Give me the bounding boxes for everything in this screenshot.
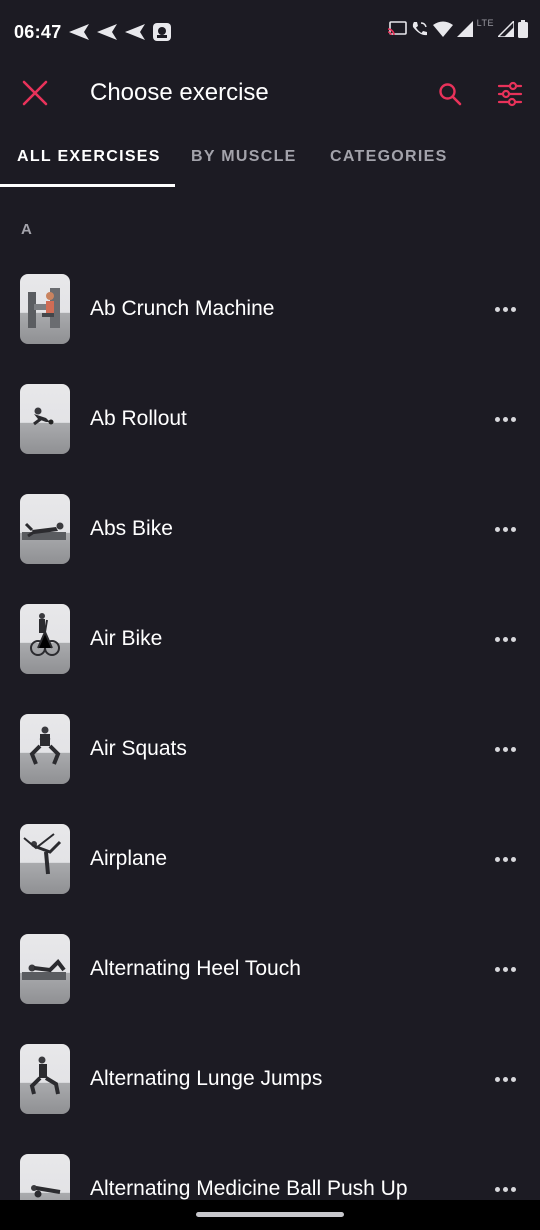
exercise-row[interactable]: Ab Rollout [0, 364, 540, 474]
exercise-thumbnail [20, 714, 70, 784]
exercise-name: Alternating Heel Touch [90, 957, 301, 980]
wifi-icon [432, 21, 453, 37]
exercise-name: Ab Crunch Machine [90, 297, 275, 320]
system-icons: LTE [387, 18, 528, 38]
exercise-name: Airplane [90, 847, 168, 870]
exercise-thumbnail [20, 274, 70, 344]
exercise-thumbnail [20, 384, 70, 454]
more-options-button[interactable] [490, 404, 520, 434]
app-icon [153, 23, 171, 41]
more-options-button[interactable] [490, 844, 520, 874]
send-icon [125, 24, 145, 40]
signal-icon [456, 21, 473, 37]
search-icon [439, 83, 462, 106]
filter-sliders-icon [497, 81, 523, 107]
exercise-thumbnail [20, 934, 70, 1004]
exercise-name: Alternating Lunge Jumps [90, 1067, 323, 1090]
exercise-list: Ab Crunch Machine Ab Rollout Abs Bike Ai… [0, 254, 540, 1230]
exercise-thumbnail [20, 1044, 70, 1114]
more-options-button[interactable] [490, 294, 520, 324]
exercise-row[interactable]: Airplane [0, 804, 540, 914]
tab-by-muscle[interactable]: BY MUSCLE [191, 148, 297, 166]
exercise-row[interactable]: Abs Bike [0, 474, 540, 584]
more-options-button[interactable] [490, 954, 520, 984]
status-time: 06:47 [14, 22, 62, 42]
battery-icon [518, 20, 528, 38]
close-button[interactable] [18, 76, 52, 110]
home-gesture-handle[interactable] [196, 1212, 344, 1217]
signal-icon [498, 21, 514, 37]
exercise-row[interactable]: Ab Crunch Machine [0, 254, 540, 364]
more-options-button[interactable] [490, 1064, 520, 1094]
status-bar: 06:47 LTE [0, 0, 540, 66]
send-icon [69, 24, 89, 40]
filter-button[interactable] [492, 76, 528, 112]
tab-bar: ALL EXERCISES BY MUSCLE CATEGORIES [0, 128, 540, 188]
exercise-row[interactable]: Alternating Lunge Jumps [0, 1024, 540, 1134]
more-options-button[interactable] [490, 734, 520, 764]
more-options-button[interactable] [490, 514, 520, 544]
wifi-call-icon [412, 22, 427, 36]
page-title: Choose exercise [90, 79, 269, 106]
search-button[interactable] [432, 76, 468, 112]
exercise-row[interactable]: Air Squats [0, 694, 540, 804]
cast-icon [387, 21, 407, 36]
exercise-name: Abs Bike [90, 517, 173, 540]
exercise-name: Air Squats [90, 737, 187, 760]
exercise-row[interactable]: Alternating Heel Touch [0, 914, 540, 1024]
app-header: Choose exercise [0, 66, 540, 122]
exercise-name: Ab Rollout [90, 407, 187, 430]
exercise-row[interactable]: Air Bike [0, 584, 540, 694]
exercise-thumbnail [20, 824, 70, 894]
send-icon [97, 24, 117, 40]
lte-label: LTE [476, 18, 494, 28]
tab-categories[interactable]: CATEGORIES [330, 148, 448, 166]
section-header: A [21, 221, 32, 238]
close-icon [22, 80, 48, 106]
exercise-name: Alternating Medicine Ball Push Up [90, 1177, 408, 1200]
system-navigation-bar [0, 1200, 540, 1230]
tab-all-exercises[interactable]: ALL EXERCISES [17, 148, 161, 166]
exercise-name: Air Bike [90, 627, 163, 650]
screen: 06:47 LTE Choose exercise ALL EXERCISES … [0, 0, 540, 1230]
exercise-thumbnail [20, 604, 70, 674]
notification-icons [68, 22, 172, 42]
more-options-button[interactable] [490, 624, 520, 654]
tab-indicator [0, 184, 175, 187]
exercise-thumbnail [20, 494, 70, 564]
